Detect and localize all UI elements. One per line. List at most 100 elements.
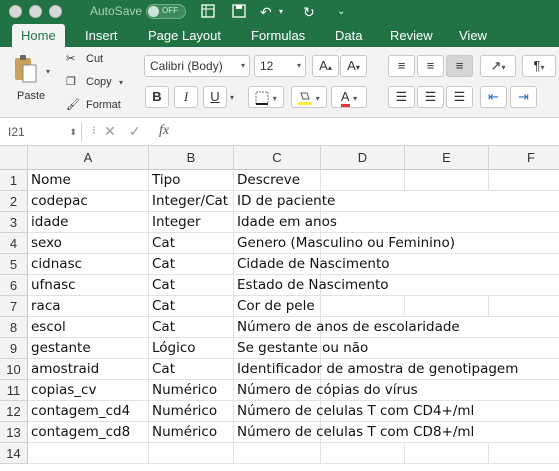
redo-icon[interactable]: ↻ (303, 3, 315, 21)
cell-a[interactable]: cidnasc (28, 254, 149, 275)
row-header[interactable]: 14 (0, 443, 28, 464)
cell-b[interactable]: Cat (149, 254, 234, 275)
autosave-toggle[interactable]: OFF (146, 4, 186, 19)
row-header[interactable]: 2 (0, 191, 28, 212)
cell-c[interactable]: Cidade de Nascimento (234, 254, 390, 275)
row-header[interactable]: 13 (0, 422, 28, 443)
formula-input[interactable] (184, 124, 554, 142)
cell-c[interactable]: Número de anos de escolaridade (234, 317, 460, 338)
cell-a[interactable]: sexo (28, 233, 149, 254)
column-header-d[interactable]: D (321, 146, 405, 170)
cell-e[interactable] (405, 254, 489, 275)
row-header[interactable]: 6 (0, 275, 28, 296)
cell-d[interactable] (321, 296, 405, 317)
cell-f[interactable] (489, 254, 559, 275)
paste-label[interactable]: Paste (17, 90, 45, 102)
copy-label[interactable]: Copy (86, 76, 112, 88)
cell-a[interactable]: escol (28, 317, 149, 338)
align-top-button[interactable]: ≡ (388, 55, 415, 77)
name-box[interactable]: I21 ⬍ (4, 122, 82, 142)
cell-b[interactable]: Cat (149, 317, 234, 338)
cell-f[interactable] (489, 275, 559, 296)
cell-f[interactable] (489, 233, 559, 254)
cell-d[interactable] (321, 170, 405, 191)
cell-f[interactable] (489, 191, 559, 212)
borders-button[interactable]: ▾ (248, 86, 284, 108)
cell-c[interactable]: Identificador de amostra de genotipagem (234, 359, 518, 380)
bold-button[interactable]: B (145, 86, 169, 108)
orientation-button[interactable]: ↗▾ (480, 55, 516, 77)
italic-button[interactable]: I (174, 86, 198, 108)
cell-e[interactable] (405, 212, 489, 233)
cell-a[interactable]: gestante (28, 338, 149, 359)
more-options-icon[interactable]: ⁝ (92, 123, 96, 137)
row-header[interactable]: 12 (0, 401, 28, 422)
cell-a[interactable]: contagem_cd8 (28, 422, 149, 443)
cell-f[interactable] (489, 296, 559, 317)
cell-b[interactable]: Cat (149, 233, 234, 254)
tab-formulas[interactable]: Formulas (251, 24, 305, 47)
cell-e[interactable] (405, 275, 489, 296)
copy-icon[interactable]: ❐ (66, 75, 76, 88)
cell-e[interactable] (405, 338, 489, 359)
cell-b[interactable]: Tipo (149, 170, 234, 191)
cell-b[interactable]: Numérico (149, 380, 234, 401)
format-label[interactable]: Format (86, 99, 121, 111)
row-header[interactable]: 11 (0, 380, 28, 401)
column-header-c[interactable]: C (234, 146, 321, 170)
cancel-icon[interactable]: ✕ (104, 123, 116, 140)
font-color-button[interactable]: A ▾ (331, 86, 367, 108)
cell-b[interactable]: Cat (149, 359, 234, 380)
cell-c[interactable]: Número de cópias do vírus (234, 380, 418, 401)
column-header-f[interactable]: F (489, 146, 559, 170)
align-center-button[interactable]: ☰ (417, 86, 444, 108)
zoom-window-button[interactable] (49, 5, 62, 18)
cell-b[interactable]: Numérico (149, 401, 234, 422)
cut-icon[interactable]: ✂ (66, 52, 75, 65)
cell-d[interactable] (321, 443, 405, 464)
cell-b[interactable]: Cat (149, 296, 234, 317)
undo-dropdown-icon[interactable]: ▾ (279, 3, 283, 21)
cell-b[interactable]: Numérico (149, 422, 234, 443)
column-header-a[interactable]: A (28, 146, 149, 170)
cell-f[interactable] (489, 422, 559, 443)
font-name-select[interactable]: Calibri (Body) ▾ (144, 55, 250, 77)
cell-c[interactable]: Idade em anos (234, 212, 337, 233)
format-painter-icon[interactable]: 🖌 (66, 98, 80, 111)
tab-view[interactable]: View (459, 24, 487, 47)
fill-color-button[interactable]: ▾ (291, 86, 327, 108)
underline-dropdown-icon[interactable]: ▾ (230, 91, 234, 103)
name-box-stepper-icon[interactable]: ⬍ (69, 122, 77, 142)
cell-c[interactable] (234, 443, 321, 464)
cell-f[interactable] (489, 380, 559, 401)
paste-dropdown-icon[interactable]: ▾ (46, 65, 50, 77)
row-header[interactable]: 10 (0, 359, 28, 380)
paste-icon[interactable] (12, 53, 38, 88)
cell-a[interactable]: idade (28, 212, 149, 233)
increase-font-size-button[interactable]: A▴ (312, 55, 339, 77)
row-header[interactable]: 4 (0, 233, 28, 254)
cell-c[interactable]: ID de paciente (234, 191, 335, 212)
cell-a[interactable]: Nome (28, 170, 149, 191)
copy-dropdown-icon[interactable]: ▾ (119, 76, 123, 88)
underline-button[interactable]: U (203, 86, 227, 108)
tab-page-layout[interactable]: Page Layout (148, 24, 221, 47)
decrease-indent-button[interactable]: ⇤ (480, 86, 507, 108)
cell-e[interactable] (405, 443, 489, 464)
cell-c[interactable]: Cor de pele (234, 296, 321, 317)
enter-icon[interactable]: ✓ (129, 123, 141, 140)
row-header[interactable]: 5 (0, 254, 28, 275)
select-all-corner[interactable] (0, 146, 28, 170)
cell-a[interactable]: amostraid (28, 359, 149, 380)
align-bottom-button[interactable]: ≡ (446, 55, 473, 77)
cell-f[interactable] (489, 317, 559, 338)
cell-c[interactable]: Número de celulas T com CD8+/ml (234, 422, 474, 443)
decrease-font-size-button[interactable]: A▾ (340, 55, 367, 77)
align-left-button[interactable]: ☰ (388, 86, 415, 108)
increase-indent-button[interactable]: ⇥ (510, 86, 537, 108)
align-middle-button[interactable]: ≡ (417, 55, 444, 77)
column-header-e[interactable]: E (405, 146, 489, 170)
cell-a[interactable]: copias_cv (28, 380, 149, 401)
row-header[interactable]: 8 (0, 317, 28, 338)
customize-toolbar-icon[interactable]: ⌄ (337, 3, 345, 21)
